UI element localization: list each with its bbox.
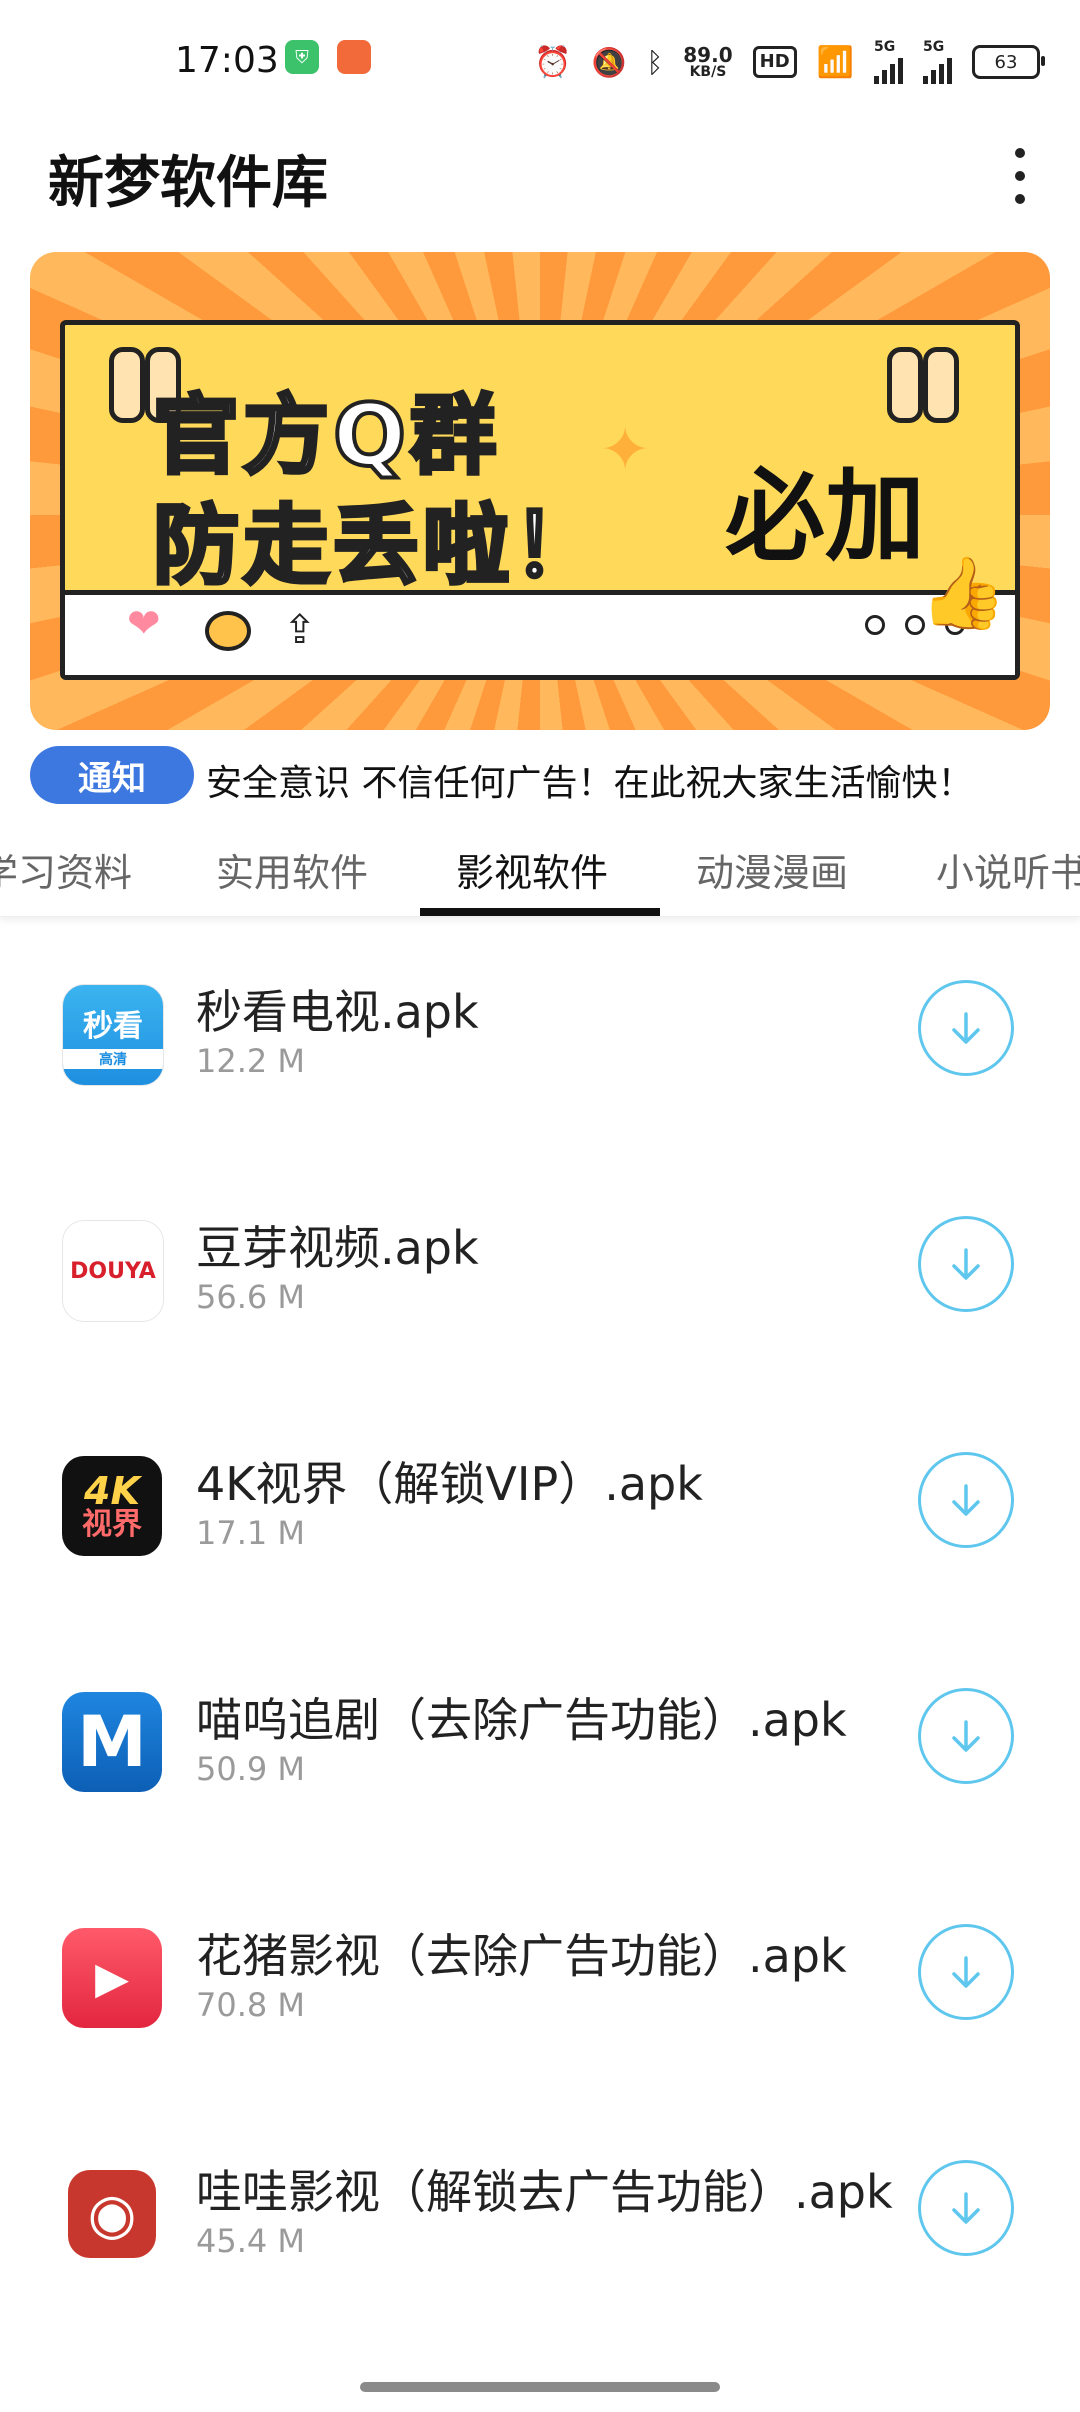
comment-icon (205, 611, 251, 651)
list-item[interactable]: 4K 视界 4K视界（解锁VIP）.apk 17.1 M (0, 1400, 1080, 1636)
download-arrow-icon (952, 1012, 980, 1044)
net-speed: 89.0 KB/S (683, 43, 733, 80)
app-name: 秒看电视.apk (196, 985, 479, 1039)
4k-app-icon: 4K 视界 (62, 1456, 162, 1556)
binder-ring-icon (923, 347, 959, 423)
banner-card: ✦ 官方Q群 防走丢啦！ 必加 ❤ ⇪ 👍 (60, 320, 1020, 680)
signal-icon-2: 5G (923, 40, 952, 84)
shield-app-icon: ⛨ (285, 40, 319, 74)
promo-banner[interactable]: ✦ 官方Q群 防走丢啦！ 必加 ❤ ⇪ 👍 (30, 252, 1050, 730)
notice-badge: 通知 (30, 746, 194, 804)
dot-icon (865, 615, 885, 635)
status-time: 17:03 (175, 40, 279, 81)
list-item[interactable]: M 喵呜追剧（去除广告功能）.apk 50.9 M (0, 1636, 1080, 1872)
binder-ring-icon (109, 347, 145, 423)
miaowu-app-icon: M (62, 1692, 162, 1792)
download-button[interactable] (918, 1688, 1014, 1784)
tab-novels-audiobooks[interactable]: 小说听书 (936, 842, 1080, 897)
download-button[interactable] (918, 980, 1014, 1076)
status-notification-icons: ⛨ (285, 40, 371, 74)
tv-app-icon: 秒看 高清 (62, 984, 164, 1086)
app-name: 喵呜追剧（去除广告功能）.apk (196, 1693, 847, 1747)
binder-ring-icon (887, 347, 923, 423)
sparkle-icon: ✦ (600, 415, 651, 485)
tab-indicator (420, 908, 660, 916)
banner-line-1: 官方Q群 (151, 384, 501, 488)
thumbs-up-icon: 👍 (919, 552, 1007, 634)
download-button[interactable] (918, 1216, 1014, 1312)
banner-line-2: 防走丢啦！ (151, 494, 603, 598)
app-size: 17.1 M (196, 1514, 306, 1552)
battery-icon: 63 (972, 45, 1045, 79)
list-item[interactable]: 秒看 高清 秒看电视.apk 12.2 M (0, 928, 1080, 1164)
app-name: 豆芽视频.apk (196, 1221, 479, 1275)
download-arrow-icon (952, 1720, 980, 1752)
home-indicator[interactable] (360, 2382, 720, 2392)
app-bar: 新梦软件库 (0, 120, 1080, 230)
download-arrow-icon (952, 1956, 980, 1988)
signal-icon-1: 5G (874, 40, 903, 84)
download-button[interactable] (918, 1452, 1014, 1548)
app-name: 花猪影视（去除广告功能）.apk (196, 1929, 847, 1983)
download-button[interactable] (918, 1924, 1014, 2020)
list-item[interactable]: ▶ 花猪影视（去除广告功能）.apk 70.8 M (0, 1872, 1080, 2108)
wawa-app-icon: ◉ (68, 2170, 156, 2258)
notice-bar: 通知 安全意识 不信任何广告！在此祝大家生活愉快！ (30, 746, 1050, 806)
app-title: 新梦软件库 (48, 151, 328, 216)
app-size: 70.8 M (196, 1986, 306, 2024)
app-size: 50.9 M (196, 1750, 306, 1788)
status-system-icons: ⏰ 🔕 ᛒ 89.0 KB/S HD 📶 5G 5G 63 (534, 40, 1045, 84)
tab-study-materials[interactable]: 学习资料 (0, 842, 132, 897)
robot-app-icon (337, 40, 371, 74)
more-options-icon[interactable] (1008, 148, 1032, 204)
wifi-icon: 📶 (816, 44, 854, 80)
banner-bottom-strip: ❤ ⇪ (65, 590, 1015, 675)
download-arrow-icon (952, 1248, 980, 1280)
bluetooth-icon: ᛒ (646, 45, 664, 79)
list-item[interactable]: DOUYA 豆芽视频.apk 56.6 M (0, 1164, 1080, 1400)
notice-text: 安全意识 不信任何广告！在此祝大家生活愉快！ (206, 763, 974, 804)
tab-utility-software[interactable]: 实用软件 (216, 842, 368, 897)
heart-icon: ❤ (127, 601, 161, 647)
app-name: 4K视界（解锁VIP）.apk (196, 1457, 703, 1511)
app-name: 哇哇影视（解锁去广告功能）.apk (196, 2165, 893, 2219)
download-arrow-icon (952, 1484, 980, 1516)
app-size: 45.4 M (196, 2222, 306, 2260)
tab-video-software[interactable]: 影视软件 (456, 842, 608, 897)
list-item[interactable]: ◉ 哇哇影视（解锁去广告功能）.apk 45.4 M (0, 2108, 1080, 2344)
download-arrow-icon (952, 2192, 980, 2224)
download-button[interactable] (918, 2160, 1014, 2256)
app-size: 56.6 M (196, 1278, 306, 1316)
play-app-icon: ▶ (62, 1928, 162, 2028)
mute-icon: 🔕 (591, 45, 627, 79)
status-bar: 17:03 ⛨ ⏰ 🔕 ᛒ 89.0 KB/S HD 📶 5G 5G 63 (0, 0, 1080, 120)
hd-icon: HD (752, 46, 797, 78)
share-icon: ⇪ (283, 607, 317, 653)
douya-app-icon: DOUYA (62, 1220, 164, 1322)
alarm-icon: ⏰ (534, 44, 572, 80)
banner-side-text: 必加 (725, 458, 925, 575)
app-size: 12.2 M (196, 1042, 306, 1080)
tab-anime-comics[interactable]: 动漫漫画 (696, 842, 848, 897)
category-tabs: 学习资料 实用软件 影视软件 动漫漫画 小说听书 (0, 820, 1080, 917)
